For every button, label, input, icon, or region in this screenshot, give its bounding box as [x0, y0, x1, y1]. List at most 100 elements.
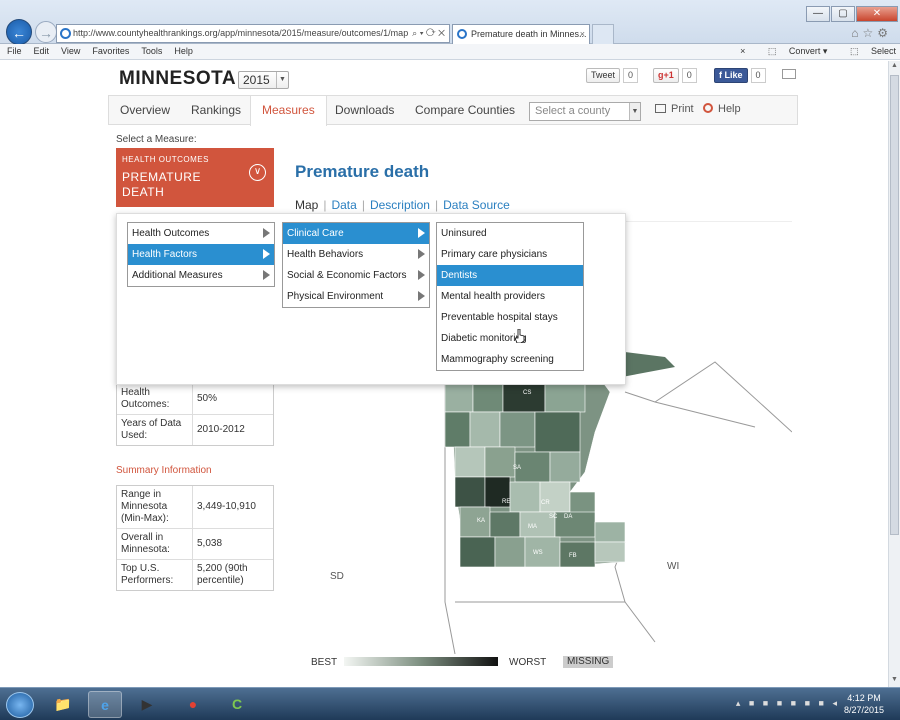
- chevron-down-circle-icon[interactable]: ∨: [249, 164, 266, 181]
- subtab-map[interactable]: Map: [295, 198, 318, 212]
- outcomes-stats-table: Health Outcomes: 50% Years of Data Used:…: [116, 383, 274, 446]
- help-link[interactable]: Help: [703, 103, 741, 115]
- summary-title: Summary Information: [116, 465, 212, 476]
- web-page: MINNESOTA 2015 ▼ Tweet 0 g+1 0 f Like 0 Ove…: [0, 61, 888, 687]
- email-icon[interactable]: [782, 69, 796, 79]
- address-bar[interactable]: http://www.countyhealthrankings.org/app/…: [56, 24, 450, 43]
- menu-tools[interactable]: Tools: [136, 44, 167, 59]
- measure-selector[interactable]: HEALTH OUTCOMES PREMATURE DEATH ∨: [116, 148, 274, 207]
- subtab-data-source[interactable]: Data Source: [443, 198, 510, 212]
- nav-measures[interactable]: Measures: [250, 96, 327, 126]
- scroll-up-icon[interactable]: ▲: [890, 62, 899, 72]
- menu-item-health-behaviors[interactable]: Health Behaviors: [283, 244, 429, 265]
- label-sd: SD: [330, 571, 344, 582]
- subtab-data[interactable]: Data: [331, 198, 356, 212]
- menu-item-clinical-care[interactable]: Clinical Care: [283, 223, 429, 244]
- menu-edit[interactable]: Edit: [29, 44, 55, 59]
- menu-item-physical-environment[interactable]: Physical Environment: [283, 286, 429, 307]
- county-label-ws: WS: [533, 550, 543, 556]
- tab-favicon-icon: [457, 29, 467, 39]
- nav-overview[interactable]: Overview: [109, 96, 181, 125]
- toolbar-close-icon[interactable]: ×: [740, 46, 745, 56]
- subtab-description[interactable]: Description: [370, 198, 430, 212]
- ie-taskbar-icon[interactable]: e: [88, 691, 122, 718]
- stat-value: 50%: [197, 393, 218, 404]
- map-legend: BEST WORST MISSING: [295, 656, 625, 670]
- measure-category: HEALTH OUTCOMES: [122, 155, 209, 164]
- menu-item-health-factors[interactable]: Health Factors: [128, 244, 274, 265]
- year-select[interactable]: 2015 ▼: [238, 71, 289, 89]
- explorer-taskbar-icon[interactable]: 📁: [46, 691, 80, 718]
- start-button[interactable]: [6, 692, 34, 718]
- county-select[interactable]: Select a county ▼: [529, 102, 641, 121]
- new-tab-button[interactable]: [592, 24, 614, 44]
- stat-value: 5,038: [197, 538, 223, 549]
- nav-downloads[interactable]: Downloads: [324, 96, 405, 125]
- tab-title: Premature death in Minnes...: [471, 29, 587, 39]
- measure-name: PREMATURE DEATH: [122, 170, 268, 200]
- menu-item-primary-care[interactable]: Primary care physicians: [437, 244, 583, 265]
- menu-item-mental-health[interactable]: Mental health providers: [437, 286, 583, 307]
- menu-item-label: Health Outcomes: [132, 228, 210, 239]
- camtasia-taskbar-icon[interactable]: C: [220, 691, 254, 718]
- select-button[interactable]: ⬚ Select: [840, 46, 896, 56]
- menu-favorites[interactable]: Favorites: [87, 44, 134, 59]
- browser-tab[interactable]: Premature death in Minnes... ×: [452, 24, 590, 44]
- page-scrollbar[interactable]: ▲ ▼: [888, 61, 900, 687]
- settings-gear-icon[interactable]: ⚙: [877, 26, 892, 40]
- home-icon[interactable]: ⌂: [851, 26, 862, 40]
- nav-rankings[interactable]: Rankings: [180, 96, 252, 125]
- menu-file[interactable]: File: [2, 44, 27, 59]
- stat-value: 2010-2012: [197, 424, 245, 435]
- facebook-like-button[interactable]: f Like: [714, 68, 748, 83]
- chrome-taskbar-icon[interactable]: ●: [176, 691, 210, 718]
- scroll-down-icon[interactable]: ▼: [890, 676, 899, 686]
- menu-item-label: Health Behaviors: [287, 249, 364, 260]
- clock-date: 8/27/2015: [843, 705, 884, 715]
- stat-label: Range in Minnesota (Min-Max):: [117, 486, 193, 528]
- state-title: MINNESOTA: [119, 68, 237, 89]
- arrow-right-icon: [418, 270, 425, 280]
- menu-item-additional-measures[interactable]: Additional Measures: [128, 265, 274, 286]
- favorites-star-icon[interactable]: ☆: [862, 26, 877, 40]
- tweet-widget[interactable]: Tweet 0: [586, 68, 639, 83]
- gplus-button[interactable]: g+1: [653, 68, 679, 83]
- convert-button[interactable]: ⬚ Convert ▾: [758, 46, 828, 56]
- maximize-button[interactable]: ▢: [831, 6, 855, 22]
- nav-compare-counties[interactable]: Compare Counties: [404, 96, 526, 125]
- help-label: Help: [718, 103, 741, 115]
- menu-item-dentists[interactable]: Dentists: [437, 265, 583, 286]
- forward-button[interactable]: →: [35, 21, 57, 43]
- camtasia-icon: C: [231, 696, 243, 712]
- menu-help[interactable]: Help: [169, 44, 198, 59]
- system-tray-icons[interactable]: ▴ ■ ■ ■ ■ ■ ■ ◂: [736, 698, 840, 709]
- back-button[interactable]: ←: [6, 19, 32, 45]
- select-label: Select: [870, 46, 896, 56]
- taskbar-clock[interactable]: 4:12 PM 8/27/2015: [844, 692, 884, 716]
- tweet-button[interactable]: Tweet: [586, 68, 621, 83]
- menu-item-preventable-stays[interactable]: Preventable hospital stays: [437, 307, 583, 328]
- close-window-button[interactable]: ✕: [856, 6, 898, 22]
- minimize-button[interactable]: —: [806, 6, 830, 22]
- table-row: Years of Data Used: 2010-2012: [117, 414, 273, 445]
- menu-item-diabetic-monitoring[interactable]: Diabetic monitoring: [437, 328, 583, 349]
- print-link[interactable]: Print: [655, 103, 694, 115]
- subtab-separator: |: [361, 198, 365, 212]
- stat-label: Years of Data Used:: [117, 415, 193, 445]
- convert-label: Convert: [788, 46, 821, 56]
- address-tools[interactable]: ⌕ ▾ ⟳ ✕: [412, 25, 445, 42]
- menu-column-measures: Uninsured Primary care physicians Dentis…: [436, 222, 584, 371]
- menu-item-mammography[interactable]: Mammography screening: [437, 349, 583, 370]
- menu-item-social-economic[interactable]: Social & Economic Factors: [283, 265, 429, 286]
- menu-item-health-outcomes[interactable]: Health Outcomes: [128, 223, 274, 244]
- gplus-widget[interactable]: g+1 0: [653, 68, 697, 83]
- scrollbar-thumb[interactable]: [890, 75, 899, 535]
- subtab-separator: |: [323, 198, 327, 212]
- facebook-like-widget[interactable]: f Like 0: [714, 68, 766, 83]
- menu-item-uninsured[interactable]: Uninsured: [437, 223, 583, 244]
- tab-close-icon[interactable]: ×: [580, 25, 585, 43]
- like-label: Like: [724, 70, 743, 80]
- media-player-taskbar-icon[interactable]: ▶: [130, 691, 164, 718]
- menu-view[interactable]: View: [56, 44, 85, 59]
- browser-toolbar-icons[interactable]: ⌂☆⚙: [851, 26, 892, 40]
